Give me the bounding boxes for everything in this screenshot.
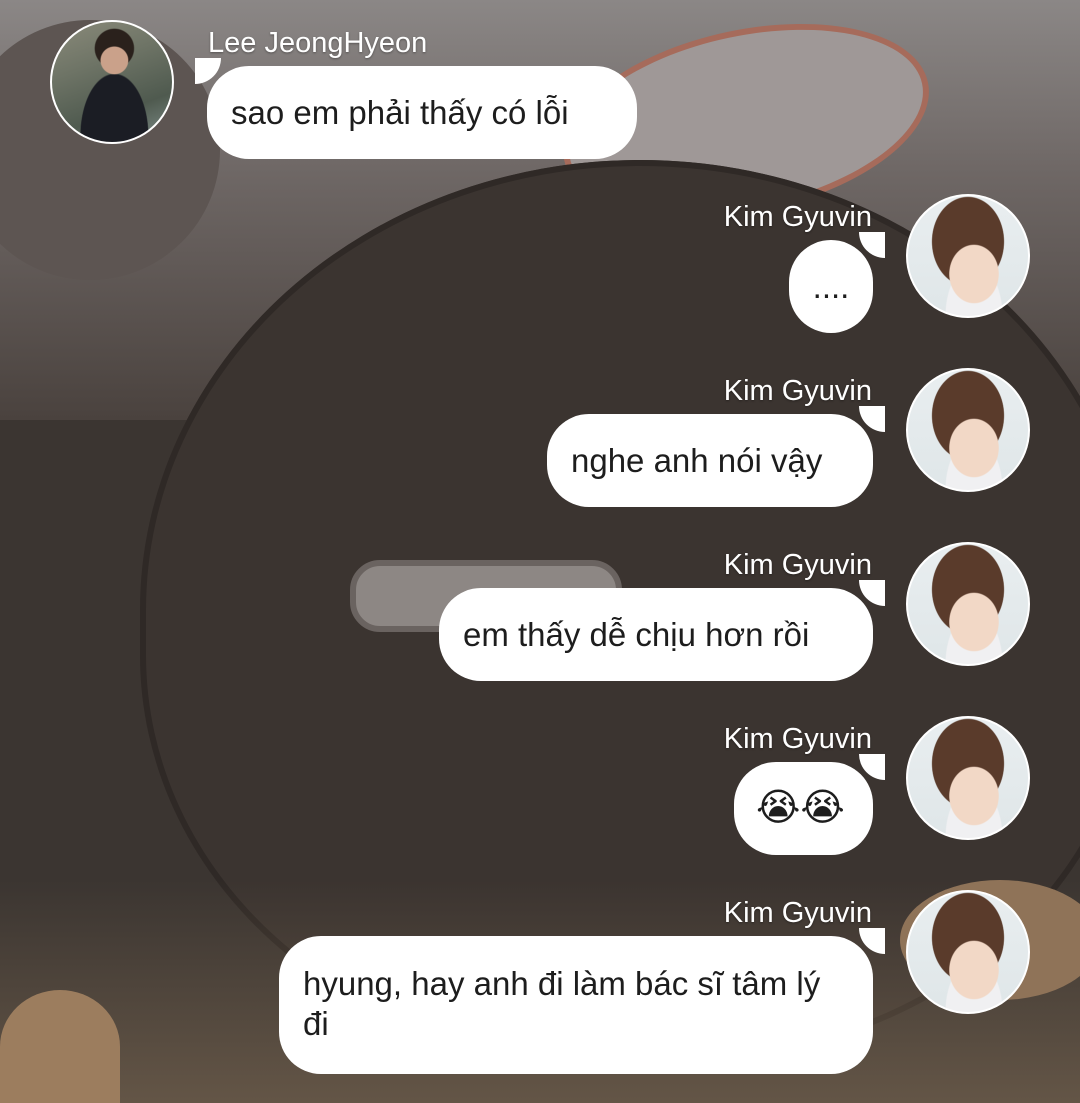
- avatar-lee-jeonghyeon[interactable]: [50, 20, 174, 144]
- avatar-kim-gyuvin[interactable]: [906, 542, 1030, 666]
- wallpaper-shape: [0, 990, 120, 1103]
- bubble-tail: [859, 406, 885, 432]
- message-bubble[interactable]: hyung, hay anh đi làm bác sĩ tâm lý đi: [279, 928, 885, 1074]
- message-bubble[interactable]: nghe anh nói vậy: [547, 406, 885, 507]
- message-bubble[interactable]: 😭😭: [734, 754, 885, 855]
- message-text: nghe anh nói vậy: [571, 442, 823, 479]
- message-bubble[interactable]: em thấy dễ chịu hơn rồi: [439, 580, 885, 681]
- bubble-tail: [195, 58, 221, 84]
- message-text: sao em phải thấy có lỗi: [231, 94, 569, 131]
- message-text: ....: [812, 268, 850, 305]
- sender-name: Kim Gyuvin: [723, 375, 872, 407]
- bubble-tail: [859, 754, 885, 780]
- avatar-kim-gyuvin[interactable]: [906, 890, 1030, 1014]
- message-bubble[interactable]: sao em phải thấy có lỗi: [195, 58, 637, 159]
- message-text: em thấy dễ chịu hơn rồi: [463, 616, 810, 653]
- message-text: 😭😭: [756, 787, 845, 829]
- sender-name: Kim Gyuvin: [723, 723, 872, 755]
- sender-name: Lee JeongHyeon: [208, 27, 428, 59]
- message-text: hyung, hay anh đi làm bác sĩ tâm lý đi: [303, 965, 821, 1042]
- sender-name: Kim Gyuvin: [723, 897, 872, 929]
- sender-name: Kim Gyuvin: [723, 201, 872, 233]
- avatar-kim-gyuvin[interactable]: [906, 368, 1030, 492]
- bubble-tail: [859, 232, 885, 258]
- bubble-tail: [859, 928, 885, 954]
- avatar-kim-gyuvin[interactable]: [906, 716, 1030, 840]
- message-bubble[interactable]: ....: [789, 232, 885, 333]
- bubble-tail: [859, 580, 885, 606]
- sender-name: Kim Gyuvin: [723, 549, 872, 581]
- avatar-kim-gyuvin[interactable]: [906, 194, 1030, 318]
